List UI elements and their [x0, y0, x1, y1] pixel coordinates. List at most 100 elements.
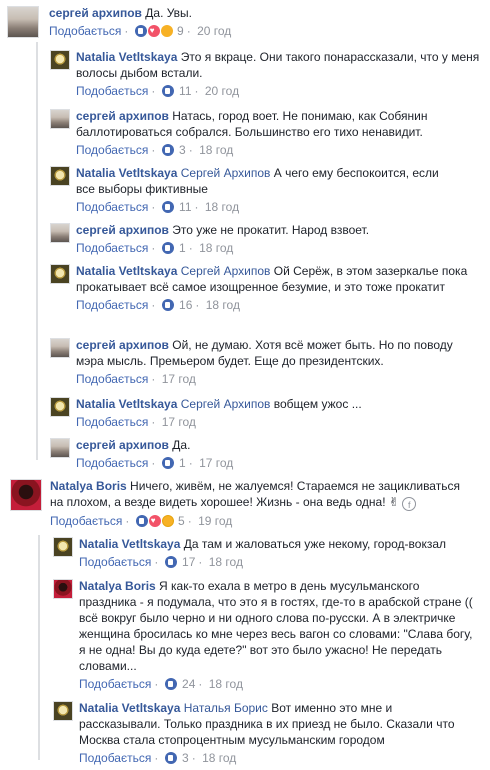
comment-meta: Подобається · 16 · 18 год: [76, 298, 240, 312]
heart-react-icon: [147, 25, 160, 37]
comment-author[interactable]: сергей архипов: [76, 438, 169, 452]
avatar[interactable]: [50, 264, 70, 284]
reaction-count[interactable]: 9: [134, 24, 184, 38]
comment-timestamp[interactable]: 17 год: [199, 456, 233, 470]
facebook-icon[interactable]: f: [402, 497, 417, 511]
comment-timestamp[interactable]: 17 год: [162, 415, 196, 429]
comment-author[interactable]: сергей архипов: [76, 223, 169, 237]
comment-meta: Подобається · 3 · 18 год: [79, 751, 237, 765]
comment-meta: Подобається · 17 · 18 год: [79, 555, 243, 569]
comment-meta: Подобається · 11 · 18 год: [76, 200, 240, 214]
like-button[interactable]: Подобається: [76, 143, 148, 157]
like-icon: [161, 85, 174, 97]
comment-meta: Подобається· 5· 19 год: [50, 514, 475, 529]
comment-author[interactable]: сергей архипов: [76, 338, 169, 352]
like-button[interactable]: Подобається: [76, 415, 148, 429]
comment-meta: Подобається · 17 год: [76, 415, 196, 429]
like-button[interactable]: Подобається: [76, 200, 148, 214]
comment-meta: Подобається · 24 · 18 год: [79, 677, 243, 691]
comment-timestamp[interactable]: 18 год: [209, 555, 243, 569]
comment-thread: сергей архипов Да. Увы. Подобається· 9· …: [0, 0, 490, 770]
mention-link[interactable]: Сергей Архипов: [181, 166, 271, 180]
like-button[interactable]: Подобається: [76, 298, 148, 312]
comment-text: Я как-то ехала в метро в день мусульманс…: [79, 579, 473, 673]
like-button[interactable]: Подобається: [79, 555, 151, 569]
like-icon: [164, 678, 177, 690]
avatar[interactable]: [50, 338, 70, 358]
avatar[interactable]: [50, 397, 70, 417]
reaction-count[interactable]: 11: [161, 200, 192, 214]
comment-author[interactable]: Natalia Vetltskaya: [76, 166, 177, 180]
reaction-count[interactable]: 1: [161, 241, 186, 255]
comment-author[interactable]: сергей архипов: [76, 109, 169, 123]
comment-meta: Подобається· 9· 20 год: [49, 24, 479, 39]
like-icon: [161, 457, 174, 469]
reply-thread-line: [38, 535, 40, 760]
comment-author[interactable]: Natalia Vetltskaya: [76, 50, 177, 64]
comment-meta: Подобається · 3 · 18 год: [76, 143, 234, 157]
like-icon: [161, 242, 174, 254]
comment-author[interactable]: Natalya Boris: [79, 579, 156, 593]
reaction-count[interactable]: 3: [164, 751, 189, 765]
avatar[interactable]: [53, 579, 73, 599]
comment-timestamp[interactable]: 18 год: [199, 241, 233, 255]
comment-author[interactable]: Natalia Vetltskaya: [76, 264, 177, 278]
comment-timestamp[interactable]: 18 год: [206, 298, 240, 312]
reaction-count[interactable]: 24: [164, 677, 195, 691]
avatar[interactable]: [50, 438, 70, 458]
comment-meta: Подобається · 1 · 18 год: [76, 241, 234, 255]
like-button[interactable]: Подобається: [76, 241, 148, 255]
comment-timestamp[interactable]: 18 год: [202, 751, 236, 765]
like-button[interactable]: Подобається: [79, 751, 151, 765]
like-button[interactable]: Подобається: [50, 514, 122, 528]
mention-link[interactable]: Сергей Архипов: [181, 264, 271, 278]
comment-text: Да.: [172, 438, 191, 452]
like-button[interactable]: Подобається: [76, 372, 148, 386]
comment-timestamp[interactable]: 17 год: [162, 372, 196, 386]
comment-timestamp[interactable]: 19 год: [198, 514, 232, 528]
comment-timestamp[interactable]: 18 год: [199, 143, 233, 157]
comment-meta: Подобається · 1 · 17 год: [76, 456, 234, 470]
reaction-count[interactable]: 5: [135, 514, 185, 528]
like-icon: [164, 556, 177, 568]
avatar[interactable]: [50, 50, 70, 70]
like-icon: [161, 299, 174, 311]
reaction-count[interactable]: 11: [161, 84, 192, 98]
like-button[interactable]: Подобається: [76, 84, 148, 98]
reaction-count[interactable]: 1: [161, 456, 186, 470]
comment-timestamp[interactable]: 18 год: [209, 677, 243, 691]
avatar[interactable]: [53, 701, 73, 721]
avatar[interactable]: [50, 109, 70, 129]
comment-author[interactable]: сергей архипов: [49, 6, 142, 20]
like-button[interactable]: Подобається: [49, 24, 121, 38]
reaction-count[interactable]: 16: [161, 298, 192, 312]
mention-link[interactable]: Сергей Архипов: [181, 397, 271, 411]
comment-author[interactable]: Natalya Boris: [50, 479, 127, 493]
like-icon: [161, 201, 174, 213]
comment-timestamp[interactable]: 18 год: [205, 200, 239, 214]
avatar[interactable]: [50, 223, 70, 243]
like-icon: [135, 515, 148, 527]
like-button[interactable]: Подобається: [76, 456, 148, 470]
comment-text: Это уже не прокатит. Народ взвоет.: [172, 223, 370, 237]
comment-author[interactable]: Natalia Vetltskaya: [76, 397, 177, 411]
comment-meta: Подобається · 11 · 20 год: [76, 84, 240, 98]
victory-hand-emoji: ✌: [388, 495, 399, 509]
comment-text: Да там и жаловаться уже некому, город-во…: [183, 537, 447, 551]
reaction-count[interactable]: 17: [164, 555, 195, 569]
comment-author[interactable]: Natalia Vetltskaya: [79, 701, 180, 715]
like-icon: [164, 752, 177, 764]
reaction-count[interactable]: 3: [161, 143, 186, 157]
heart-react-icon: [148, 515, 161, 527]
avatar[interactable]: [7, 6, 39, 38]
avatar[interactable]: [50, 166, 70, 186]
comment-timestamp[interactable]: 20 год: [205, 84, 239, 98]
mention-link[interactable]: Наталья Борис: [184, 701, 268, 715]
avatar[interactable]: [10, 479, 42, 511]
comment-timestamp[interactable]: 20 год: [197, 24, 231, 38]
avatar[interactable]: [53, 537, 73, 557]
like-button[interactable]: Подобається: [79, 677, 151, 691]
like-icon: [134, 25, 147, 37]
comment-author[interactable]: Natalia Vetltskaya: [79, 537, 180, 551]
sad-react-icon: [160, 25, 173, 37]
